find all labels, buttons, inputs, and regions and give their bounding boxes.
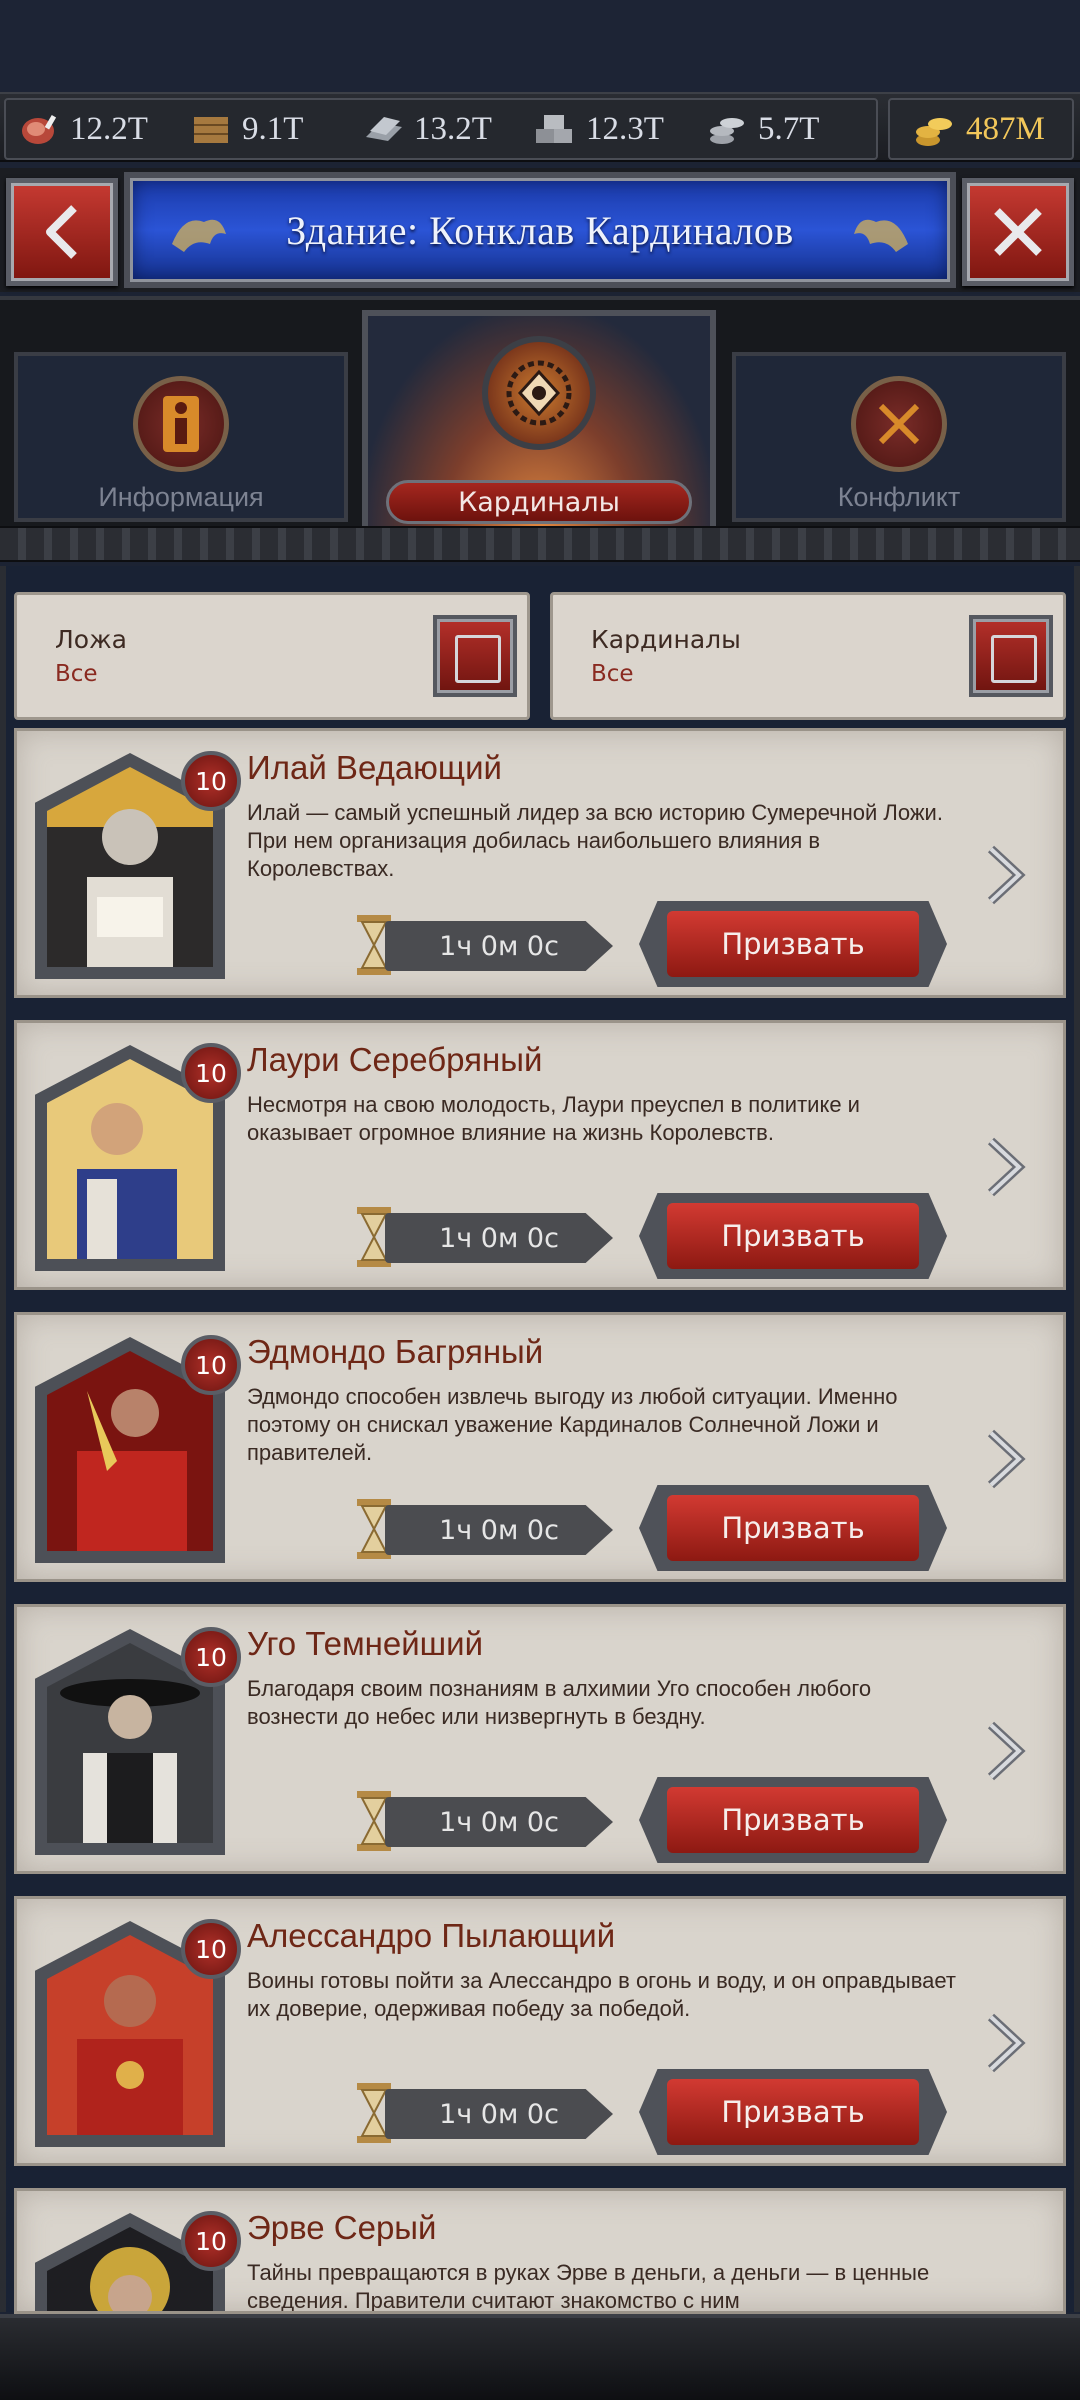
tab-info[interactable]: Информация (14, 352, 348, 522)
lion-emblem-icon (172, 219, 226, 252)
header: Здание: Конклав Кардиналов (0, 168, 1080, 292)
cardinal-card[interactable]: 10 Лаури Серебряный Несмотря на свою мол… (14, 1020, 1066, 1290)
summon-button-label: Призвать (667, 1203, 919, 1269)
summon-timer: 1ч 0м 0с (385, 2089, 613, 2139)
back-button[interactable] (6, 178, 118, 286)
iron-icon (366, 117, 402, 141)
resource-value: 5.7T (758, 110, 820, 147)
resource-wood: 9.1T (188, 109, 360, 149)
cardinal-card[interactable]: 10 Эдмондо Багряный Эдмондо способен изв… (14, 1312, 1066, 1582)
resource-value: 9.1T (242, 110, 304, 147)
meat-icon (22, 114, 57, 144)
chevron-right-icon[interactable] (983, 1719, 1027, 1783)
cardinal-name: Уго Темнейший (247, 1625, 484, 1662)
level-badge: 10 (181, 1627, 241, 1687)
cardinal-card[interactable]: 10 Алессандро Пылающий Воины готовы пойт… (14, 1896, 1066, 2166)
cardinal-name: Илай Ведающий (247, 749, 502, 786)
tab-conflict[interactable]: Конфликт (732, 352, 1066, 522)
conflict-medallion (851, 376, 947, 472)
summon-button[interactable]: Призвать (639, 1193, 947, 1279)
resource-bar: 12.2T 9.1T 13.2T 12.3T 5.7T 487M (0, 92, 1080, 162)
chevron-left-icon (46, 205, 77, 259)
gold-value: 487M (966, 110, 1045, 147)
summon-timer: 1ч 0м 0с (385, 1797, 613, 1847)
summon-button-label: Призвать (667, 1495, 919, 1561)
crossed-swords-icon (878, 403, 920, 445)
cardinal-description: Несмотря на свою молодость, Лаури преусп… (247, 1092, 860, 1145)
cardinal-description: Благодаря своим познаниям в алхимии Уго … (247, 1676, 872, 1729)
tab-label: Информация (98, 482, 264, 512)
summon-button-label: Призвать (667, 2079, 919, 2145)
cardinals-medallion (482, 336, 596, 450)
resource-value: 12.3T (586, 110, 664, 147)
cardinal-name: Алессандро Пылающий (247, 1917, 616, 1954)
stone-icon (536, 115, 572, 143)
gold-coins-icon (916, 118, 952, 146)
lion-emblem-icon (854, 219, 908, 252)
close-button[interactable] (962, 178, 1074, 286)
cardinal-name: Лаури Серебряный (247, 1041, 543, 1078)
close-icon (994, 208, 1042, 256)
level-badge: 10 (181, 1919, 241, 1979)
resource-group[interactable]: 12.2T 9.1T 13.2T 12.3T 5.7T (4, 98, 878, 160)
level-badge: 10 (181, 2211, 241, 2271)
cardinal-card[interactable]: 10 Уго Темнейший Благодаря своим познани… (14, 1604, 1066, 1874)
cardinal-card[interactable]: 10 Илай Ведающий Илай — самый успешный л… (14, 728, 1066, 998)
chevron-right-icon[interactable] (983, 1427, 1027, 1491)
summon-button-label: Призвать (667, 911, 919, 977)
summon-button[interactable]: Призвать (639, 1777, 947, 1863)
resource-silver: 5.7T (704, 109, 876, 149)
resource-meat: 12.2T (16, 109, 188, 149)
summon-button-label: Призвать (667, 1787, 919, 1853)
status-bar-area (0, 0, 1080, 92)
cardinal-description: Тайны превращаются в руках Эрве в деньги… (247, 2260, 930, 2313)
level-badge: 10 (181, 1335, 241, 1395)
info-icon (163, 396, 199, 452)
level-badge: 10 (181, 751, 241, 811)
active-tab-label[interactable]: Кардиналы (386, 480, 692, 524)
tab-label: Конфликт (837, 482, 961, 512)
level-badge: 10 (181, 1043, 241, 1103)
summon-button[interactable]: Призвать (639, 1485, 947, 1571)
wood-icon (194, 117, 228, 143)
filter-label: Ложа (55, 625, 127, 654)
filter-dropdown-button[interactable] (969, 615, 1053, 697)
resource-iron: 13.2T (360, 109, 532, 149)
resource-value: 12.2T (70, 110, 148, 147)
filter-value: Все (55, 661, 98, 687)
summon-button[interactable]: Призвать (639, 2069, 947, 2155)
title-banner: Здание: Конклав Кардиналов (124, 172, 956, 288)
bottom-frame (0, 2314, 1080, 2400)
resource-stone: 12.3T (532, 109, 704, 149)
page-title: Здание: Конклав Кардиналов (286, 207, 794, 253)
eye-sun-icon (506, 360, 572, 426)
chevron-right-icon[interactable] (983, 1135, 1027, 1199)
summon-timer: 1ч 0м 0с (385, 1213, 613, 1263)
chevron-right-icon[interactable] (983, 843, 1027, 907)
gold-display[interactable]: 487M (888, 98, 1074, 160)
filter-value: Все (591, 661, 634, 687)
cardinal-card[interactable]: 10 Эрве Серый Тайны превращаются в руках… (14, 2188, 1066, 2314)
filter-lodge[interactable]: Ложа Все (14, 592, 530, 720)
cardinal-description: Эдмондо способен извлечь выгоду из любой… (247, 1384, 898, 1465)
cardinal-name: Эрве Серый (247, 2209, 437, 2246)
chevron-right-icon[interactable] (983, 2011, 1027, 2075)
summon-button[interactable]: Призвать (639, 901, 947, 987)
filter-cardinals[interactable]: Кардиналы Все (550, 592, 1066, 720)
filter-dropdown-button[interactable] (433, 615, 517, 697)
summon-timer: 1ч 0м 0с (385, 1505, 613, 1555)
info-medallion (133, 376, 229, 472)
filter-label: Кардиналы (591, 625, 741, 654)
resource-value: 13.2T (414, 110, 492, 147)
summon-timer: 1ч 0м 0с (385, 921, 613, 971)
cardinal-name: Эдмондо Багряный (247, 1333, 544, 1370)
chain-divider (0, 526, 1080, 562)
cardinal-description: Илай — самый успешный лидер за всю истор… (247, 800, 943, 881)
cardinal-description: Воины готовы пойти за Алессандро в огонь… (247, 1968, 956, 2021)
silver-icon (710, 118, 744, 144)
